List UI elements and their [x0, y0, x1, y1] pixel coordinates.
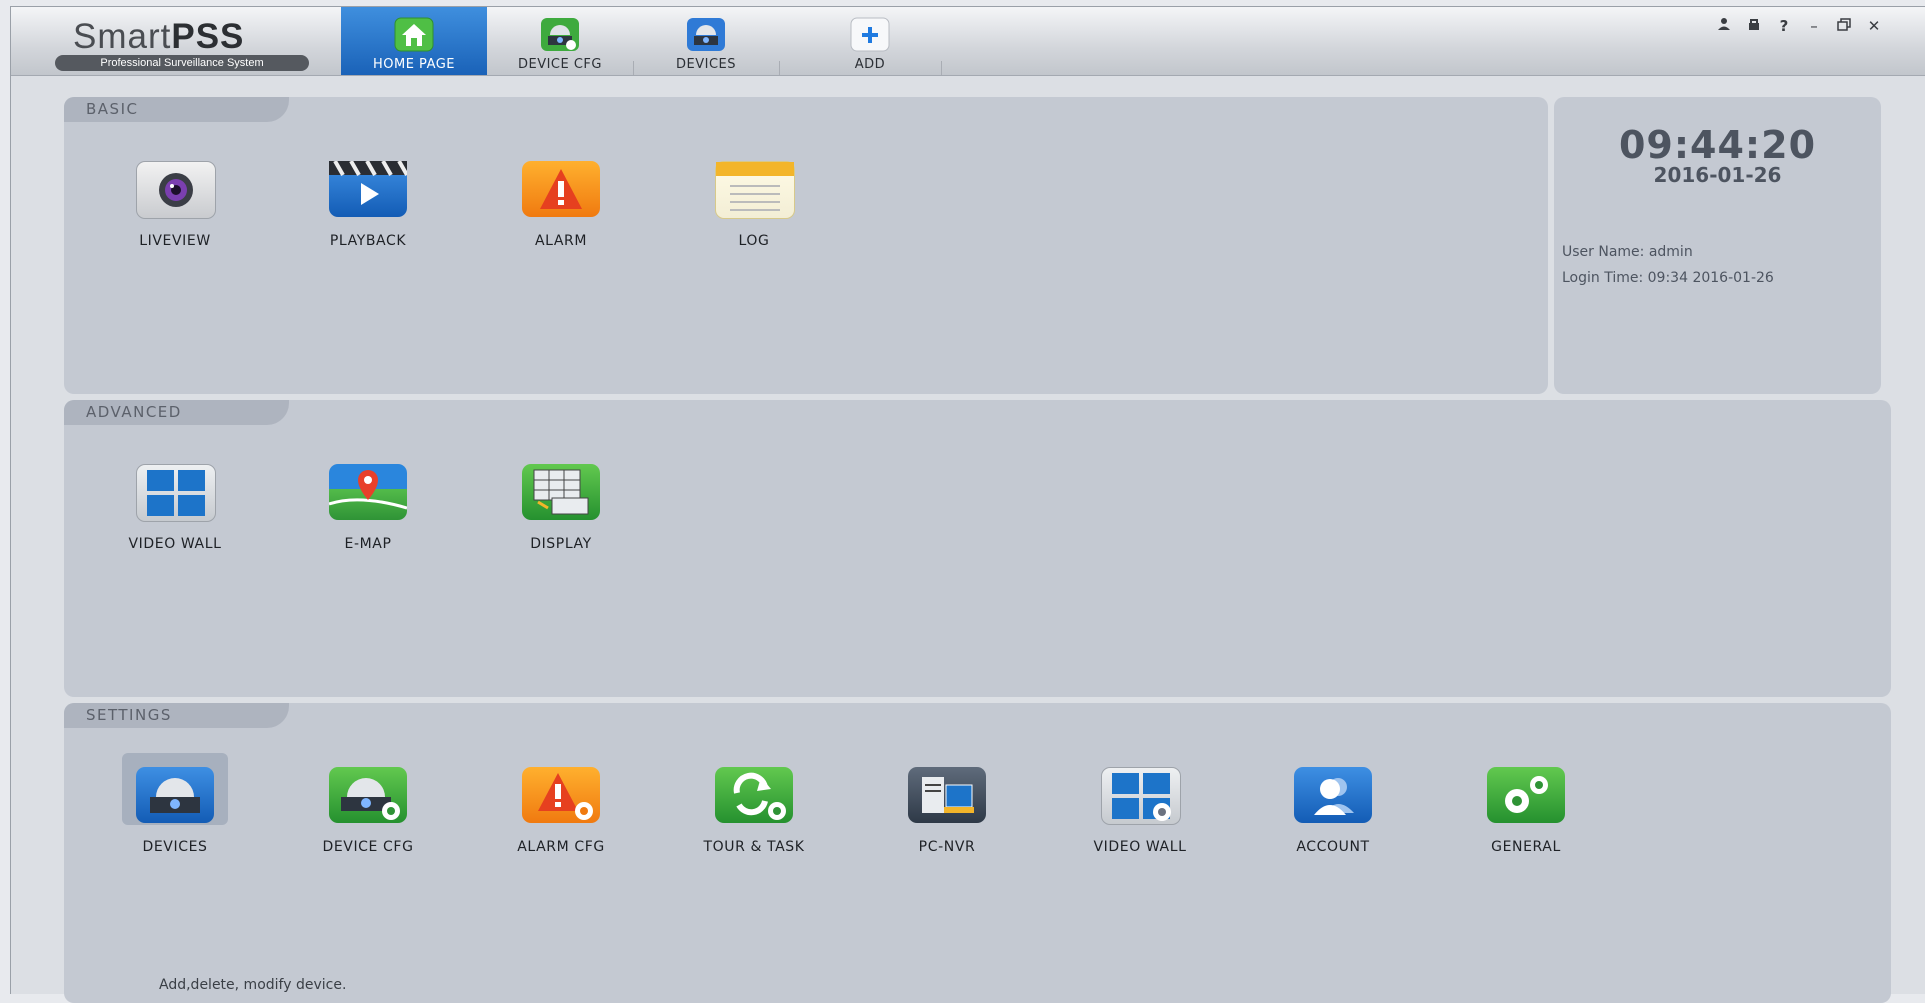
item-label: ALARM: [534, 233, 588, 249]
app-window: SmartPSS Professional Surveillance Syste…: [10, 6, 1925, 1003]
item-label: LIVEVIEW: [139, 233, 211, 249]
item-label: ACCOUNT: [1296, 839, 1370, 855]
general-gears-icon: [1487, 767, 1565, 823]
item-label: ALARM CFG: [517, 839, 605, 855]
basic-panel-title: BASIC: [64, 97, 289, 122]
basic-panel: BASIC LIVEVIEW PLAYBACK ALARM LOG: [64, 97, 1548, 394]
emap-item[interactable]: E-MAP: [283, 450, 453, 552]
device-cfg-icon: [538, 17, 582, 53]
log-notepad-icon: [715, 161, 795, 219]
item-label: VIDEO WALL: [128, 536, 222, 552]
tab-devices[interactable]: DEVICES: [633, 7, 779, 75]
video-wall-cfg-item[interactable]: VIDEO WALL: [1055, 753, 1225, 855]
display-grid-icon: [522, 464, 600, 520]
item-label: LOG: [738, 233, 770, 249]
video-wall-item[interactable]: VIDEO WALL: [90, 450, 260, 552]
item-label: VIDEO WALL: [1093, 839, 1187, 855]
tour-task-item[interactable]: TOUR & TASK: [669, 753, 839, 855]
clock-date: 2016-01-26: [1653, 163, 1782, 187]
tab-label: ADD: [854, 57, 886, 72]
liveview-item[interactable]: LIVEVIEW: [90, 147, 260, 249]
user-icon[interactable]: [1714, 17, 1734, 35]
tab-home-page[interactable]: HOME PAGE: [341, 7, 487, 75]
devices-item[interactable]: DEVICES: [90, 753, 260, 855]
tab-divider: [779, 61, 780, 75]
tab-label: DEVICE CFG: [517, 57, 602, 72]
alarm-warning-icon: [522, 161, 600, 217]
app-logo: SmartPSS Professional Surveillance Syste…: [43, 13, 313, 71]
device-cfg-gear-icon: [329, 767, 407, 823]
item-label: DEVICE CFG: [322, 839, 414, 855]
video-wall-icon: [136, 464, 216, 522]
alarm-cfg-item[interactable]: ALARM CFG: [476, 753, 646, 855]
general-item[interactable]: GENERAL: [1441, 753, 1611, 855]
tab-device-cfg[interactable]: DEVICE CFG: [487, 7, 633, 75]
playback-item[interactable]: PLAYBACK: [283, 147, 453, 249]
pc-nvr-item[interactable]: PC-NVR: [862, 753, 1032, 855]
advanced-panel: ADVANCED VIDEO WALL E-MAP DISPLAY: [64, 400, 1891, 697]
login-time-text: Login Time: 09:34 2016-01-26: [1562, 270, 1774, 286]
item-label: GENERAL: [1491, 839, 1561, 855]
video-wall-cfg-icon: [1101, 767, 1181, 825]
help-icon[interactable]: ?: [1774, 17, 1794, 35]
advanced-panel-title: ADVANCED: [64, 400, 289, 425]
close-icon[interactable]: ✕: [1864, 17, 1884, 35]
home-icon: [392, 17, 436, 53]
settings-panel-title: SETTINGS: [64, 703, 289, 728]
logo-tagline: Professional Surveillance System: [55, 55, 309, 71]
device-cfg-item[interactable]: DEVICE CFG: [283, 753, 453, 855]
alarm-item[interactable]: ALARM: [476, 147, 646, 249]
account-item[interactable]: ACCOUNT: [1248, 753, 1418, 855]
account-icon: [1294, 767, 1372, 823]
logo-wordmark: SmartPSS: [73, 17, 245, 56]
item-label: DISPLAY: [530, 536, 592, 552]
liveview-camera-icon: [136, 161, 216, 219]
tab-add[interactable]: ADD: [797, 7, 943, 75]
user-name-text: User Name: admin: [1562, 244, 1693, 260]
playback-clapper-icon: [329, 160, 409, 217]
settings-description: Add,delete, modify device.: [159, 977, 347, 993]
item-label: E-MAP: [344, 536, 392, 552]
devices-camera-icon: [136, 767, 214, 823]
info-panel: 09:44:20 2016-01-26 User Name: admin Log…: [1554, 97, 1881, 394]
item-label: PLAYBACK: [329, 233, 407, 249]
devices-icon: [684, 17, 728, 53]
item-label: PC-NVR: [918, 839, 976, 855]
lock-icon[interactable]: [1744, 17, 1764, 35]
clock-time: 09:44:20: [1618, 123, 1817, 167]
log-item[interactable]: LOG: [669, 147, 839, 249]
emap-pin-icon: [328, 464, 408, 520]
tab-label: HOME PAGE: [372, 57, 456, 72]
item-label: TOUR & TASK: [703, 839, 805, 855]
display-item[interactable]: DISPLAY: [476, 450, 646, 552]
title-bar: SmartPSS Professional Surveillance Syste…: [11, 7, 1925, 76]
tour-task-icon: [715, 767, 793, 823]
tab-label: DEVICES: [676, 57, 736, 72]
alarm-cfg-icon: [522, 767, 600, 823]
pc-nvr-icon: [908, 767, 986, 823]
tab-divider: [941, 61, 942, 75]
item-label: DEVICES: [142, 839, 208, 855]
minimize-icon[interactable]: –: [1804, 17, 1824, 35]
restore-icon[interactable]: [1834, 17, 1854, 35]
settings-panel: SETTINGS DEVICES DEVICE CFG ALARM CFG TO…: [64, 703, 1891, 1003]
add-icon: [848, 17, 892, 53]
